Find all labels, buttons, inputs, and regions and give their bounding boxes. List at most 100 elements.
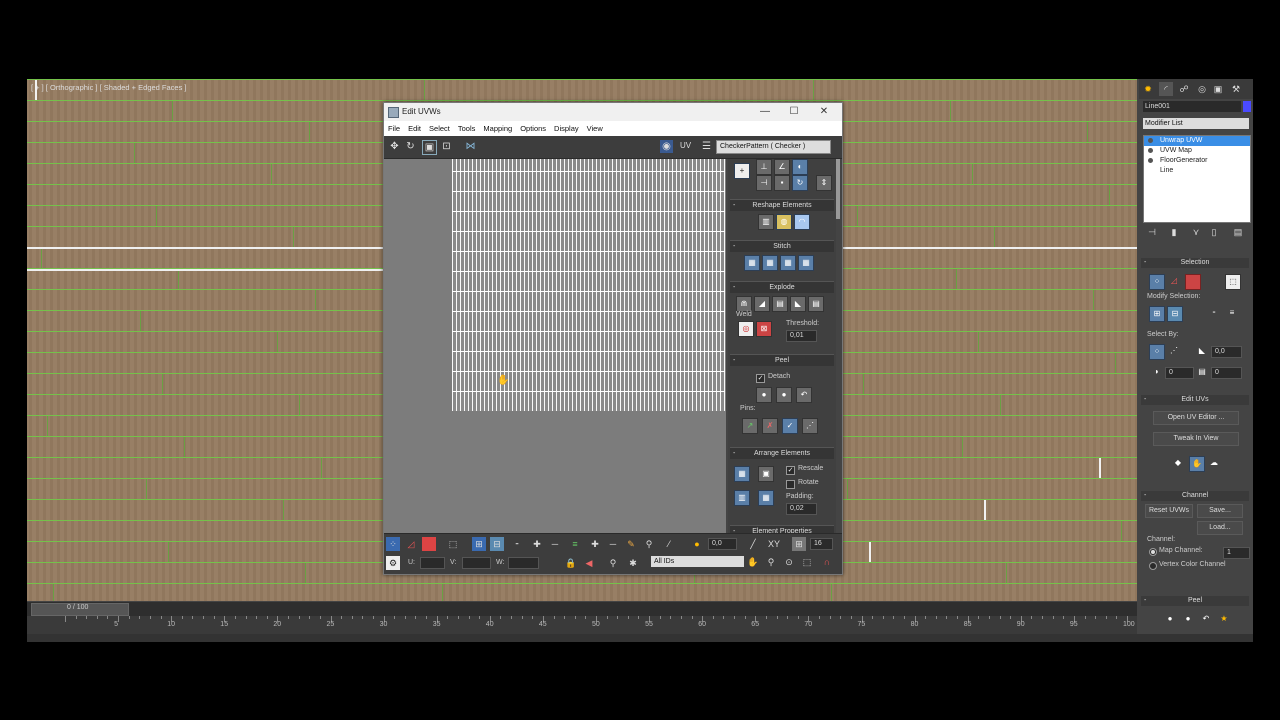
stack-item-line[interactable]: Line (1144, 166, 1250, 176)
object-name-field[interactable]: Line001 (1143, 101, 1241, 112)
rollout-scrollbar[interactable] (836, 159, 840, 219)
ring-grow-icon[interactable]: ✚ (530, 537, 544, 551)
map-channel-radio[interactable] (1149, 548, 1157, 556)
ignore-backfacing-icon[interactable]: ⋰ (1167, 344, 1181, 358)
map-channel-spinner[interactable]: 1 (1223, 547, 1250, 559)
zoom-region-icon[interactable]: ⊙ (782, 555, 796, 569)
pack-rescale-icon[interactable]: ▦ (758, 490, 774, 506)
select-by-matid-icon[interactable]: ▤ (1195, 365, 1209, 379)
paint-select-icon[interactable]: ✎ (624, 537, 638, 551)
move-icon[interactable]: ✥ (388, 140, 401, 153)
stitch-average-icon[interactable]: ▦ (798, 255, 814, 271)
matid-spinner[interactable]: 0 (1211, 367, 1242, 379)
vertex-select-icon[interactable]: ⁘ (386, 537, 400, 551)
lock-icon[interactable]: 🔒 (564, 556, 578, 570)
utilities-tab-icon[interactable]: ⚒ (1229, 82, 1243, 96)
stitch-header[interactable]: Stitch (730, 240, 834, 252)
select-by-icon[interactable]: ⚲ (642, 537, 656, 551)
add-loop-icon[interactable]: ✚ (588, 537, 602, 551)
element-mode-icon[interactable]: ⬚ (1225, 274, 1241, 290)
list-icon[interactable]: ☰ (700, 140, 713, 153)
tweak-in-view-button[interactable]: Tweak In View (1153, 432, 1239, 446)
element-select-icon[interactable]: ⬚ (446, 537, 460, 551)
reset-peel-icon[interactable]: ↶ (796, 387, 812, 403)
display-tab-icon[interactable]: ▣ (1211, 82, 1225, 96)
menu-edit[interactable]: Edit (404, 121, 425, 133)
xy-toggle[interactable]: XY (766, 537, 782, 551)
quick-peel-icon[interactable]: ✋ (1189, 456, 1205, 472)
relax-icon[interactable]: ◠ (794, 214, 810, 230)
modify-tab-icon[interactable]: ◜ (1159, 82, 1173, 96)
menu-display[interactable]: Display (550, 121, 583, 133)
flatten-by-id-icon[interactable]: ◣ (790, 296, 806, 312)
mirror-icon[interactable]: ⋈ (464, 140, 477, 153)
auto-pin-icon[interactable]: ✓ (782, 418, 798, 434)
weld-selected-icon[interactable]: ⊠ (756, 321, 772, 337)
loop-icon[interactable]: ⁃ (510, 537, 524, 551)
w-spinner[interactable] (508, 557, 539, 569)
rotate-checkbox[interactable] (786, 480, 795, 489)
hide-icon[interactable]: ◀ (582, 556, 596, 570)
straighten-icon[interactable]: ∠ (774, 159, 790, 175)
relax-icon[interactable]: ◐ (792, 159, 808, 175)
uvw-titlebar[interactable]: Edit UVWs — ☐ ✕ (384, 103, 842, 121)
falloff-spinner[interactable]: 0,0 (708, 538, 737, 550)
grow-icon[interactable]: ⊞ (472, 537, 486, 551)
ring-selection-icon[interactable]: ≡ (1225, 306, 1239, 320)
peel-mode-icon[interactable]: ● (1181, 612, 1195, 626)
planar-angle-icon[interactable]: ◣ (1195, 344, 1209, 358)
edge-select-icon[interactable]: ◿ (404, 537, 418, 551)
remove-loop-icon[interactable]: ─ (606, 537, 620, 551)
menu-tools[interactable]: Tools (454, 121, 480, 133)
show-end-result-icon[interactable]: ▮ (1167, 225, 1181, 239)
texture-dropdown[interactable]: CheckerPattern ( Checker ) (716, 140, 831, 154)
detach-edge-icon[interactable]: ◢ (754, 296, 770, 312)
shrink-icon[interactable]: ⊟ (490, 537, 504, 551)
make-unique-icon[interactable]: ⋎ (1189, 225, 1203, 239)
break-icon[interactable]: ⋒ (736, 296, 752, 312)
quick-map-icon[interactable]: ☁ (1207, 456, 1221, 470)
weld-target-icon[interactable]: ◎ (738, 321, 754, 337)
modifier-list-dropdown[interactable]: Modifier List (1143, 118, 1249, 129)
pin-stack-icon[interactable]: ⊣ (1145, 225, 1159, 239)
explode-header[interactable]: Explode (730, 281, 834, 293)
flatten-icon[interactable]: ▪ (774, 175, 790, 191)
add-icon[interactable]: + (734, 163, 750, 179)
stitch-source-icon[interactable]: ▦ (762, 255, 778, 271)
menu-view[interactable]: View (583, 121, 607, 133)
pack-together-icon[interactable]: ▥ (734, 490, 750, 506)
save-button[interactable]: Save... (1197, 504, 1243, 518)
pack-normalize-icon[interactable]: ▦ (734, 466, 750, 482)
flatten-by-angle-icon[interactable]: ▤ (772, 296, 788, 312)
hierarchy-tab-icon[interactable]: ☍ (1177, 82, 1191, 96)
edge-mode-icon[interactable]: ◿ (1167, 274, 1181, 288)
poly-mode-icon[interactable] (1185, 274, 1201, 290)
quick-planar-icon[interactable]: ◆ (1171, 456, 1185, 470)
detach-checkbox[interactable]: ✓ (756, 374, 765, 383)
rotate-element-icon[interactable]: ↻ (792, 175, 808, 191)
selection-rollout-header[interactable]: Selection (1141, 258, 1249, 268)
align-icon[interactable]: ⊥ (756, 159, 772, 175)
uv-mode-label[interactable]: UV (680, 141, 691, 150)
select-by-element-icon[interactable]: ⁘ (1149, 344, 1165, 360)
unpin-icon[interactable]: ✗ (762, 418, 778, 434)
time-slider[interactable]: 0 / 100 (27, 602, 1137, 616)
rescale-checkbox[interactable]: ✓ (786, 466, 795, 475)
v-spinner[interactable] (462, 557, 491, 569)
stitch-custom-icon[interactable]: ▦ (744, 255, 760, 271)
grow-selection-icon[interactable]: ⊞ (1149, 306, 1165, 322)
brush-icon[interactable]: ⁄ (662, 537, 676, 551)
bulb-icon[interactable] (1148, 158, 1153, 163)
threshold-spinner[interactable]: 0,01 (786, 330, 817, 342)
create-tab-icon[interactable]: ✹ (1141, 82, 1155, 96)
menu-mapping[interactable]: Mapping (479, 121, 516, 133)
grid-snap-icon[interactable]: ⊞ (792, 537, 806, 551)
pan-hand-icon[interactable]: ✋ (746, 555, 760, 569)
reset-uvws-button[interactable]: Reset UVWs (1145, 504, 1193, 518)
vertex-mode-icon[interactable]: ⁘ (1149, 274, 1165, 290)
freeform-icon[interactable]: ⊡ (440, 140, 453, 153)
shrink-selection-icon[interactable]: ⊟ (1167, 306, 1183, 322)
uv-islands[interactable] (452, 159, 725, 411)
bulb-icon[interactable] (1148, 138, 1153, 143)
uv-edit-canvas[interactable]: ✋ (384, 159, 726, 533)
